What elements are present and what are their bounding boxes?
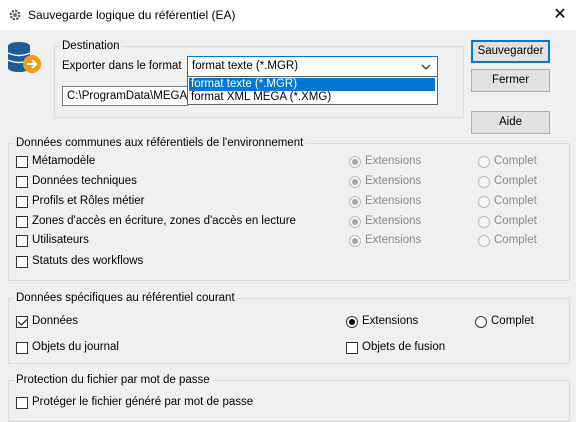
metamodel-checkbox[interactable] xyxy=(16,156,28,168)
data-extensions-label: Extensions xyxy=(362,315,419,327)
profiles-complete-label: Complet xyxy=(494,195,537,207)
gear-icon xyxy=(9,9,21,21)
data-complete-radio[interactable] xyxy=(475,316,487,328)
fusion-objects-checkbox[interactable] xyxy=(346,342,358,354)
journal-objects-checkbox[interactable] xyxy=(16,342,28,354)
access-zones-complete-label: Complet xyxy=(494,215,537,227)
help-button[interactable]: Aide xyxy=(471,111,550,134)
password-protect-checkbox[interactable] xyxy=(16,397,28,409)
data-extensions-radio[interactable] xyxy=(346,316,358,328)
export-format-label: Exporter dans le format xyxy=(62,60,182,72)
title-bar: Sauvegarde logique du référentiel (EA) ✕ xyxy=(0,0,576,30)
metamodel-extensions-label: Extensions xyxy=(365,155,422,167)
workflows-checkbox[interactable] xyxy=(16,256,28,268)
technical-extensions-label: Extensions xyxy=(365,175,422,187)
format-option-xmg[interactable]: format XML MEGA (*.XMG) xyxy=(189,91,435,104)
technical-data-label: Données techniques xyxy=(32,175,137,187)
destination-legend: Destination xyxy=(60,40,122,52)
access-zones-complete-radio[interactable] xyxy=(478,216,490,228)
data-label: Données xyxy=(32,315,79,327)
format-select-value: format texte (*.MGR) xyxy=(192,60,299,72)
metamodel-complete-radio[interactable] xyxy=(478,156,490,168)
users-extensions-label: Extensions xyxy=(365,234,422,246)
format-select[interactable]: format texte (*.MGR) xyxy=(187,56,438,77)
metamodel-label: Métamodèle xyxy=(32,155,96,167)
technical-data-checkbox[interactable] xyxy=(16,176,28,188)
access-zones-extensions-label: Extensions xyxy=(365,215,422,227)
fusion-objects-label: Objets de fusion xyxy=(362,341,446,353)
database-export-icon xyxy=(7,42,41,73)
close-window-button[interactable]: ✕ xyxy=(548,5,572,25)
window-title: Sauvegarde logique du référentiel (EA) xyxy=(28,8,236,22)
metamodel-extensions-radio[interactable] xyxy=(349,156,361,168)
users-checkbox[interactable] xyxy=(16,235,28,247)
access-zones-extensions-radio[interactable] xyxy=(349,216,361,228)
data-complete-label: Complet xyxy=(491,315,534,327)
users-complete-label: Complet xyxy=(494,234,537,246)
password-protect-label: Protéger le fichier généré par mot de pa… xyxy=(32,396,254,408)
users-label: Utilisateurs xyxy=(32,234,89,246)
specific-data-legend: Données spécifiques au référentiel coura… xyxy=(14,292,237,304)
format-dropdown-list[interactable]: format texte (*.MGR) format XML MEGA (*.… xyxy=(187,76,438,105)
access-zones-label: Zones d'accès en écriture, zones d'accès… xyxy=(32,215,296,227)
path-value: C:\ProgramData\MEGA\H xyxy=(67,90,188,102)
data-checkbox[interactable] xyxy=(16,316,28,328)
technical-complete-label: Complet xyxy=(494,175,537,187)
users-extensions-radio[interactable] xyxy=(349,235,361,247)
workflows-label: Statuts des workflows xyxy=(32,255,144,267)
technical-extensions-radio[interactable] xyxy=(349,176,361,188)
profiles-extensions-radio[interactable] xyxy=(349,196,361,208)
save-button[interactable]: Sauvegarder xyxy=(471,40,550,63)
close-button[interactable]: Fermer xyxy=(471,69,550,92)
profiles-complete-radio[interactable] xyxy=(478,196,490,208)
protection-legend: Protection du fichier par mot de passe xyxy=(14,374,212,386)
metamodel-complete-label: Complet xyxy=(494,155,537,167)
specific-data-group xyxy=(8,298,570,364)
journal-objects-label: Objets du journal xyxy=(32,341,119,353)
profiles-extensions-label: Extensions xyxy=(365,195,422,207)
format-option-mgr[interactable]: format texte (*.MGR) xyxy=(189,78,435,91)
profiles-checkbox[interactable] xyxy=(16,196,28,208)
common-data-legend: Données communes aux référentiels de l'e… xyxy=(14,137,306,149)
technical-complete-radio[interactable] xyxy=(478,176,490,188)
users-complete-radio[interactable] xyxy=(478,235,490,247)
access-zones-checkbox[interactable] xyxy=(16,216,28,228)
chevron-down-icon[interactable] xyxy=(419,58,433,76)
profiles-label: Profils et Rôles métier xyxy=(32,195,145,207)
path-field[interactable]: C:\ProgramData\MEGA\H xyxy=(62,86,188,106)
